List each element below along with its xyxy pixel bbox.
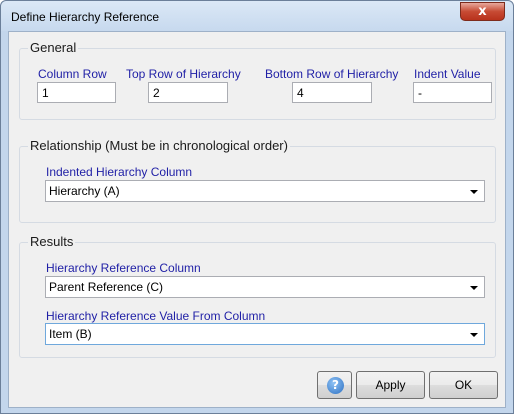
close-icon: x xyxy=(478,4,487,19)
help-button[interactable]: ? xyxy=(317,371,352,399)
apply-button[interactable]: Apply xyxy=(356,371,425,399)
chevron-down-icon xyxy=(470,190,478,194)
value-from-column-label: Hierarchy Reference Value From Column xyxy=(46,309,266,323)
reference-column-label: Hierarchy Reference Column xyxy=(46,261,201,275)
top-row-label: Top Row of Hierarchy xyxy=(126,67,241,81)
general-group: General Column Row 1 Top Row of Hierarch… xyxy=(19,40,496,120)
chevron-down-icon xyxy=(470,286,478,290)
ok-button[interactable]: OK xyxy=(429,371,498,399)
close-button[interactable]: x xyxy=(460,2,505,21)
bottom-row-input[interactable]: 4 xyxy=(292,82,372,103)
top-row-input[interactable]: 2 xyxy=(148,82,228,103)
indented-column-select[interactable]: Hierarchy (A) xyxy=(45,180,485,202)
indented-column-label: Indented Hierarchy Column xyxy=(46,165,193,179)
help-icon: ? xyxy=(327,377,344,394)
reference-column-value: Parent Reference (C) xyxy=(49,280,164,294)
column-row-label: Column Row xyxy=(38,67,107,81)
chevron-down-icon xyxy=(470,333,478,337)
relationship-group: Relationship (Must be in chronological o… xyxy=(19,138,496,223)
general-group-title: General xyxy=(28,40,79,55)
title-bar[interactable]: Define Hierarchy Reference x xyxy=(1,1,513,31)
relationship-group-title: Relationship (Must be in chronological o… xyxy=(28,138,290,153)
value-from-column-select[interactable]: Item (B) xyxy=(45,323,485,345)
column-row-input[interactable]: 1 xyxy=(37,82,116,103)
reference-column-select[interactable]: Parent Reference (C) xyxy=(45,276,485,298)
indented-column-value: Hierarchy (A) xyxy=(49,184,120,198)
dialog-window: Define Hierarchy Reference x General Col… xyxy=(0,0,514,414)
dialog-body: General Column Row 1 Top Row of Hierarch… xyxy=(8,31,506,408)
bottom-row-label: Bottom Row of Hierarchy xyxy=(265,67,399,81)
indent-value-label: Indent Value xyxy=(414,67,481,81)
value-from-column-value: Item (B) xyxy=(49,327,92,341)
results-group: Results Hierarchy Reference Column Paren… xyxy=(19,234,496,358)
results-group-title: Results xyxy=(28,234,76,249)
window-title: Define Hierarchy Reference xyxy=(11,10,160,24)
indent-value-input[interactable]: - xyxy=(413,82,492,103)
